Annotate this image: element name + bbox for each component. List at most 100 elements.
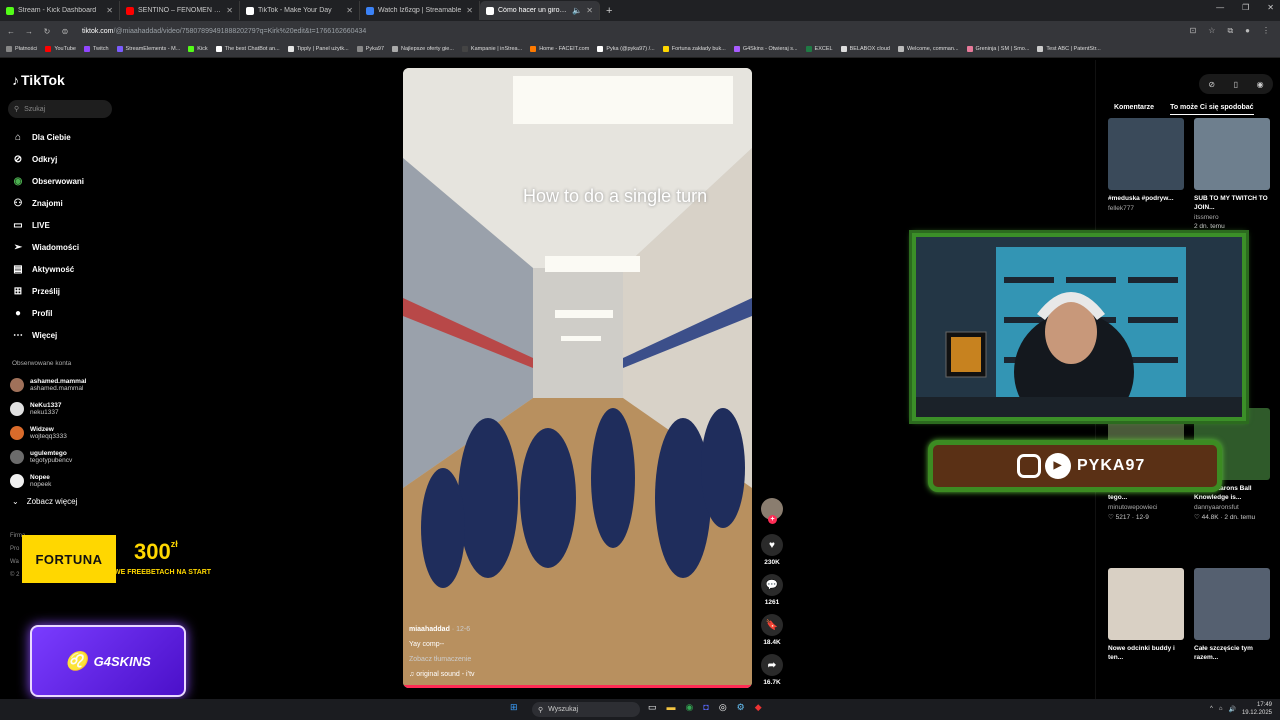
- video-player[interactable]: How to do a single turn miaahaddad · 12-…: [403, 68, 752, 688]
- tiktok-favicon-icon: [246, 6, 254, 15]
- bookmark-item[interactable]: Welcome, comman...: [897, 46, 959, 52]
- speaker-icon[interactable]: 🔈: [572, 6, 582, 15]
- bookmark-item[interactable]: Najlepsze oferty gie...: [392, 46, 454, 52]
- app-icon[interactable]: ◆: [755, 702, 762, 713]
- menu-item[interactable]: ▭ LIVE: [12, 214, 84, 236]
- menu-item[interactable]: ➢ Wiadomości: [12, 236, 84, 258]
- file-explorer-icon[interactable]: ▬: [667, 702, 676, 713]
- bookmark-item[interactable]: Kampanie | inStrea...: [461, 46, 522, 52]
- bookmark-item[interactable]: The best ChatBot an...: [215, 46, 280, 52]
- webcam-feed: [916, 237, 1242, 417]
- tab-comments[interactable]: Komentarze: [1114, 104, 1154, 115]
- translate-link[interactable]: Zobacz tłumaczenie: [409, 652, 475, 667]
- menu-icon[interactable]: ⋮: [1262, 26, 1270, 36]
- avatar: [10, 402, 24, 416]
- close-tab-icon[interactable]: ✕: [586, 6, 593, 15]
- browser-tab-active[interactable]: Cómo hacer un giro en el t 🔈 ✕: [480, 1, 600, 20]
- browser-tabbar: Stream - Kick Dashboard ✕ SENTINO – FENOM…: [0, 0, 1280, 21]
- browser-tab[interactable]: SENTINO – FENOMEN prod. M ✕: [120, 1, 240, 20]
- suggested-video-card[interactable]: Całe szczęście tym razem...: [1194, 568, 1272, 664]
- bookmark-item[interactable]: Kick: [188, 46, 208, 52]
- like-icon[interactable]: ♥: [761, 534, 783, 556]
- bookmark-item[interactable]: Tipply | Panel użytk...: [287, 46, 349, 52]
- profile-icon[interactable]: ●: [1245, 26, 1250, 36]
- back-icon[interactable]: ←: [4, 27, 18, 36]
- compass-icon[interactable]: ⊘: [1208, 80, 1215, 89]
- extensions-icon[interactable]: ⧉: [1227, 26, 1233, 36]
- card-stats: ♡ 44.8K · 2 dn. temu: [1194, 514, 1256, 521]
- minimize-icon[interactable]: —: [1216, 3, 1224, 12]
- followed-account[interactable]: ugulemtego tegotypubencv: [10, 445, 86, 469]
- suggested-video-card[interactable]: SUB TO MY TWITCH TO JOIN... itssmero 2 dn.…: [1194, 118, 1272, 230]
- menu-item[interactable]: ⌂ Dla Ciebie: [12, 126, 84, 148]
- see-more-button[interactable]: ⌄ Zobacz więcej: [12, 497, 77, 506]
- bookmark-item[interactable]: Fortuna zakłady buk...: [662, 46, 726, 52]
- obs-icon[interactable]: ◎: [719, 702, 727, 713]
- maximize-icon[interactable]: ❐: [1242, 3, 1249, 12]
- site-info-icon[interactable]: ⊜: [58, 27, 72, 36]
- browser-tab[interactable]: Watch lz6zqp | Streamable ✕: [360, 1, 480, 20]
- bookmark-item[interactable]: Twitch: [83, 46, 109, 52]
- menu-item[interactable]: ● Profil: [12, 302, 84, 324]
- close-tab-icon[interactable]: ✕: [346, 6, 353, 15]
- windows-start-icon[interactable]: ⊞: [510, 702, 518, 713]
- followed-account[interactable]: NeKu1337 neku1337: [10, 397, 86, 421]
- steam-icon[interactable]: ⚙: [737, 702, 745, 713]
- close-tab-icon[interactable]: ✕: [106, 6, 113, 15]
- followed-account[interactable]: Nopee nopeek: [10, 469, 86, 493]
- forward-icon[interactable]: →: [22, 27, 36, 36]
- bookmark-item[interactable]: EXCEL: [805, 46, 833, 52]
- share-icon[interactable]: ➦: [761, 654, 783, 676]
- bookmark-star-icon[interactable]: ☆: [1208, 26, 1215, 36]
- menu-item[interactable]: ▤ Aktywność: [12, 258, 84, 280]
- phone-icon[interactable]: ▯: [1234, 80, 1238, 89]
- followed-account[interactable]: ashamed.mammal ashamed.mammal: [10, 373, 86, 397]
- bookmark-item[interactable]: Test ABC | PatentStr...: [1037, 46, 1101, 52]
- bookmark-icon[interactable]: 🔖: [761, 614, 783, 636]
- bookmark-item[interactable]: YouTube: [45, 46, 76, 52]
- video-author[interactable]: miaahaddad: [409, 626, 450, 633]
- volume-icon[interactable]: 🔊: [1228, 706, 1235, 713]
- comment-icon[interactable]: 💬: [761, 574, 783, 596]
- network-icon[interactable]: ⌂: [1219, 706, 1223, 712]
- bookmark-item[interactable]: Pyka97: [356, 46, 384, 52]
- install-icon[interactable]: ⊡: [1190, 26, 1197, 36]
- search-input[interactable]: ⚲ Szukaj: [8, 100, 112, 118]
- close-tab-icon[interactable]: ✕: [226, 6, 233, 15]
- suggested-video-card[interactable]: Nowe odcinki buddy i ten...: [1108, 568, 1186, 664]
- suggested-video-card[interactable]: #meduska #podryw... fellek777: [1108, 118, 1186, 214]
- bookmark-item[interactable]: BELABOX cloud: [840, 46, 890, 52]
- taskbar-search[interactable]: ⚲ Wyszukaj: [532, 702, 640, 717]
- bookmark-item[interactable]: Greninja | SM | Smo...: [966, 46, 1029, 52]
- bookmark-item[interactable]: G4Skins - Otwieraj s...: [733, 46, 798, 52]
- author-avatar[interactable]: [761, 498, 783, 524]
- menu-item[interactable]: ⊘ Odkryj: [12, 148, 84, 170]
- reload-icon[interactable]: ↻: [40, 27, 54, 36]
- bookmark-item[interactable]: Płatności: [6, 46, 37, 52]
- close-tab-icon[interactable]: ✕: [466, 6, 473, 15]
- menu-item[interactable]: ⚇ Znajomi: [12, 192, 84, 214]
- task-view-icon[interactable]: ▭: [648, 702, 657, 713]
- url-field[interactable]: tiktok.com/@miaahaddad/video/75807899491…: [82, 28, 366, 35]
- close-window-icon[interactable]: ✕: [1267, 3, 1274, 12]
- tiktok-logo[interactable]: ♪ TikTok: [12, 72, 65, 88]
- menu-item[interactable]: ⋯ Więcej: [12, 324, 84, 346]
- browser-tab[interactable]: Stream - Kick Dashboard ✕: [0, 1, 120, 20]
- new-tab-icon[interactable]: +: [606, 5, 612, 17]
- video-progress-bar[interactable]: [403, 685, 752, 688]
- user-avatar-icon[interactable]: ◉: [1257, 80, 1264, 89]
- bookmark-item[interactable]: Pyka (@pyka97) /...: [597, 46, 655, 52]
- tab-suggested[interactable]: To może Ci się spodobać: [1170, 104, 1254, 115]
- menu-item[interactable]: ⊞ Prześlij: [12, 280, 84, 302]
- bookmark-item[interactable]: Home - FACEIT.com: [530, 46, 589, 52]
- browser-tab[interactable]: TikTok - Make Your Day ✕: [240, 1, 360, 20]
- menu-item[interactable]: ◉ Obserwowani: [12, 170, 84, 192]
- followed-account[interactable]: Widzew wojteqq3333: [10, 421, 86, 445]
- discord-icon[interactable]: ◘: [703, 702, 708, 713]
- clock[interactable]: 17:49 19.12.2025: [1242, 701, 1272, 717]
- bookmark-item[interactable]: StreamElements - M...: [116, 46, 180, 52]
- chevron-up-icon[interactable]: ^: [1210, 706, 1213, 712]
- chrome-icon[interactable]: ◉: [686, 702, 694, 713]
- bookmark-favicon-icon: [356, 46, 363, 52]
- video-sound[interactable]: ♫ original sound - i’tv: [409, 667, 475, 682]
